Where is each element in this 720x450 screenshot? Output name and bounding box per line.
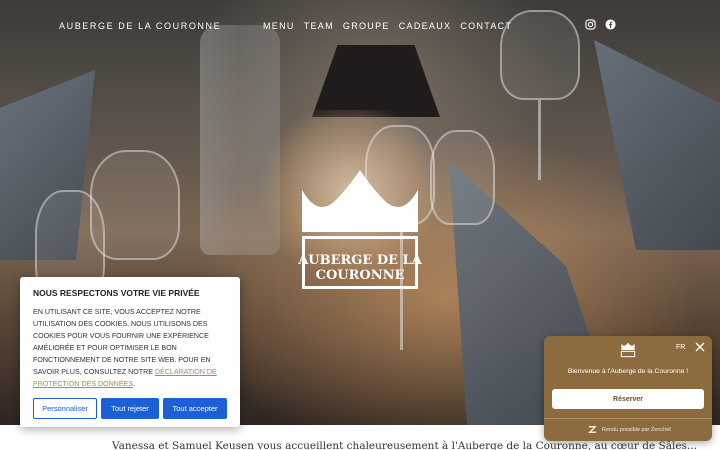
nav-menu[interactable]: MENU [263,21,295,31]
accept-all-button[interactable]: Tout accepter [163,398,227,419]
logo-line-1: AUBERGE DE LA [298,253,422,268]
cookie-title: NOUS RESPECTONS VOTRE VIE PRIVÉE [33,288,200,298]
cookie-consent-dialog: NOUS RESPECTONS VOTRE VIE PRIVÉE EN UTIL… [20,277,240,427]
nav-cadeaux[interactable]: CADEAUX [399,21,452,31]
facebook-icon[interactable] [605,19,616,30]
lamp [312,45,440,117]
cookie-period: . [133,380,136,388]
wine-glass-5 [430,130,495,225]
language-selector[interactable]: FR [676,344,685,351]
nav-groupe[interactable]: GROUPE [343,21,390,31]
reject-all-button[interactable]: Tout rejeter [101,398,159,419]
zenchef-credit-text: Rendu possible par Zenchef [602,426,671,433]
auberge-logo: AUBERGE DE LA COURONNE [296,170,424,296]
nav-contact[interactable]: CONTACT [460,21,512,31]
napkin-right-top [594,40,720,250]
wine-glass-3-stem [538,100,541,180]
site-header: AUBERGE DE LA COURONNE MENU TEAM GROUPE … [0,0,720,52]
cookie-buttons: Personnaliser Tout rejeter Tout accepter [33,398,227,419]
nav-team[interactable]: TEAM [304,21,334,31]
crown-icon [620,342,636,358]
booking-widget: FR Bienvenue à l'Auberge de la Couronne … [544,336,712,441]
cookie-body-text: EN UTILISANT CE SITE, VOUS ACCEPTEZ NOTR… [33,308,211,376]
social-links [585,19,616,30]
close-icon[interactable] [695,342,705,352]
instagram-icon[interactable] [585,19,596,30]
widget-divider [544,418,712,419]
cookie-text: EN UTILISANT CE SITE, VOUS ACCEPTEZ NOTR… [33,306,227,390]
customize-button[interactable]: Personnaliser [33,398,97,419]
reserve-button[interactable]: Réserver [552,389,704,409]
zenchef-credit[interactable]: Rendu possible par Zenchef [588,425,671,434]
intro-text: Vanessa et Samuel Keusen vous accueillen… [112,440,697,450]
zenchef-icon [588,426,597,433]
brand-name[interactable]: AUBERGE DE LA COURONNE [59,21,221,31]
main-nav: MENU TEAM GROUPE CADEAUX CONTACT [263,21,512,31]
widget-welcome: Bienvenue à l'Auberge de la Couronne ! [567,368,689,375]
logo-line-2: COURONNE [315,268,405,283]
